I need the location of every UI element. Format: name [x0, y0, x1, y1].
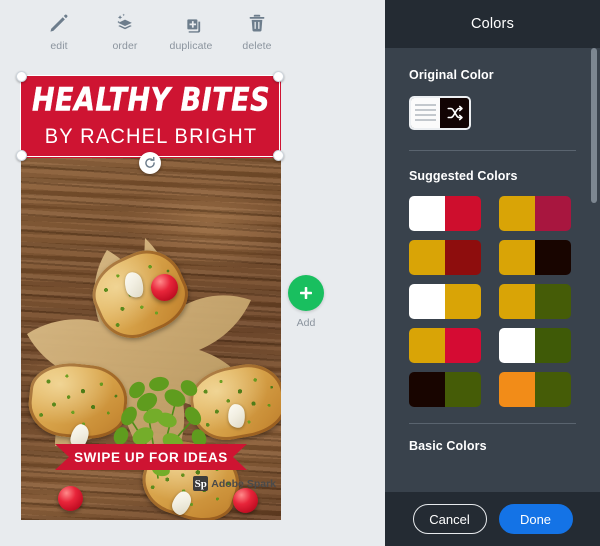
color-swatch[interactable] — [409, 196, 481, 231]
plus-icon — [300, 287, 312, 299]
order-label: order — [112, 40, 138, 52]
swatch-left — [409, 196, 445, 231]
color-swatch[interactable] — [499, 328, 571, 363]
panel-header: Colors — [385, 0, 600, 48]
shuffle-button[interactable] — [440, 98, 469, 128]
color-swatch[interactable] — [499, 196, 571, 231]
delete-label: delete — [242, 40, 272, 52]
swatch-left — [499, 240, 535, 275]
swatch-right — [445, 196, 481, 231]
rotate-icon — [145, 156, 155, 168]
swatch-right — [535, 284, 571, 319]
handle-top-right[interactable] — [273, 71, 284, 82]
color-swatch[interactable] — [409, 284, 481, 319]
rotate-handle[interactable] — [139, 152, 161, 174]
order-button[interactable]: order — [92, 0, 158, 52]
swatch-left — [499, 284, 535, 319]
title-band[interactable]: HEALTHY BITES BY RACHEL BRIGHT — [21, 76, 281, 158]
color-swatch[interactable] — [409, 240, 481, 275]
color-swatch[interactable] — [499, 284, 571, 319]
object-toolbar: edit order duplicate delete — [0, 0, 385, 62]
basic-colors-label: Basic Colors — [409, 439, 487, 453]
suggested-colors-label: Suggested Colors — [409, 169, 518, 183]
swatch-right — [445, 284, 481, 319]
swatch-right — [535, 328, 571, 363]
layers-icon — [114, 11, 136, 35]
swatch-left — [409, 328, 445, 363]
done-button[interactable]: Done — [498, 504, 573, 534]
cherry-tomato-3 — [233, 488, 258, 513]
poster-subtitle: BY RACHEL BRIGHT — [44, 125, 258, 149]
color-swatch[interactable] — [409, 372, 481, 407]
duplicate-label: duplicate — [169, 40, 213, 52]
swatch-right — [445, 372, 481, 407]
poster[interactable]: SWIPE UP FOR IDEAS Sp Adobe Spark HEALTH… — [21, 76, 281, 520]
handle-top-left[interactable] — [16, 71, 27, 82]
add-block[interactable]: Add — [282, 275, 330, 329]
panel-footer: Cancel Done — [385, 492, 600, 546]
trash-icon — [246, 11, 268, 35]
original-color-swatch[interactable] — [409, 96, 471, 130]
swatch-left — [499, 196, 535, 231]
duplicate-icon — [180, 11, 202, 35]
swatch-right — [535, 240, 571, 275]
canvas-area: edit order duplicate delete SWIPE UP FOR… — [0, 0, 385, 546]
add-button[interactable] — [288, 275, 324, 311]
swatch-right — [535, 372, 571, 407]
swatch-left — [409, 240, 445, 275]
ribbon-text: SWIPE UP FOR IDEAS — [74, 449, 228, 465]
duplicate-button[interactable]: duplicate — [158, 0, 224, 52]
shuffle-icon — [446, 105, 463, 121]
edit-label: edit — [50, 40, 68, 52]
cancel-button[interactable]: Cancel — [412, 504, 487, 534]
original-color-label: Original Color — [409, 68, 494, 82]
handle-bottom-left[interactable] — [16, 150, 27, 161]
poster-canvas[interactable]: SWIPE UP FOR IDEAS Sp Adobe Spark HEALTH… — [16, 71, 284, 520]
color-swatch[interactable] — [499, 372, 571, 407]
poster-title: HEALTHY BITES — [31, 82, 271, 119]
swatch-left — [409, 284, 445, 319]
edit-button[interactable]: edit — [26, 0, 92, 52]
color-swatch[interactable] — [409, 328, 481, 363]
spark-text: Adobe Spark — [211, 477, 276, 490]
swatch-right — [535, 196, 571, 231]
colors-panel: Colors Original Color Suggested Colors B… — [385, 0, 600, 546]
divider-1 — [409, 150, 576, 151]
swatch-right — [445, 328, 481, 363]
delete-button[interactable]: delete — [224, 0, 290, 52]
panel-body: Original Color Suggested Colors Basic Co… — [385, 48, 600, 492]
add-label: Add — [296, 317, 316, 329]
swatch-left — [499, 372, 535, 407]
spark-mark: Sp — [193, 476, 209, 491]
swatch-left — [409, 372, 445, 407]
suggested-colors-grid — [409, 196, 576, 407]
swatch-right — [445, 240, 481, 275]
panel-title: Colors — [470, 16, 515, 32]
divider-2 — [409, 423, 576, 424]
adobe-spark-watermark: Sp Adobe Spark — [193, 476, 276, 491]
color-swatch[interactable] — [499, 240, 571, 275]
panel-scrollbar[interactable] — [591, 48, 597, 203]
adobe-spark-editor: edit order duplicate delete SWIPE UP FOR… — [0, 0, 600, 546]
handle-bottom-right[interactable] — [273, 150, 284, 161]
cherry-tomato-2 — [58, 486, 83, 511]
pencil-icon — [48, 11, 70, 35]
cherry-tomato-1 — [151, 274, 178, 301]
original-color-preview — [411, 98, 440, 128]
swatch-left — [499, 328, 535, 363]
swipe-up-ribbon: SWIPE UP FOR IDEAS — [55, 444, 247, 470]
